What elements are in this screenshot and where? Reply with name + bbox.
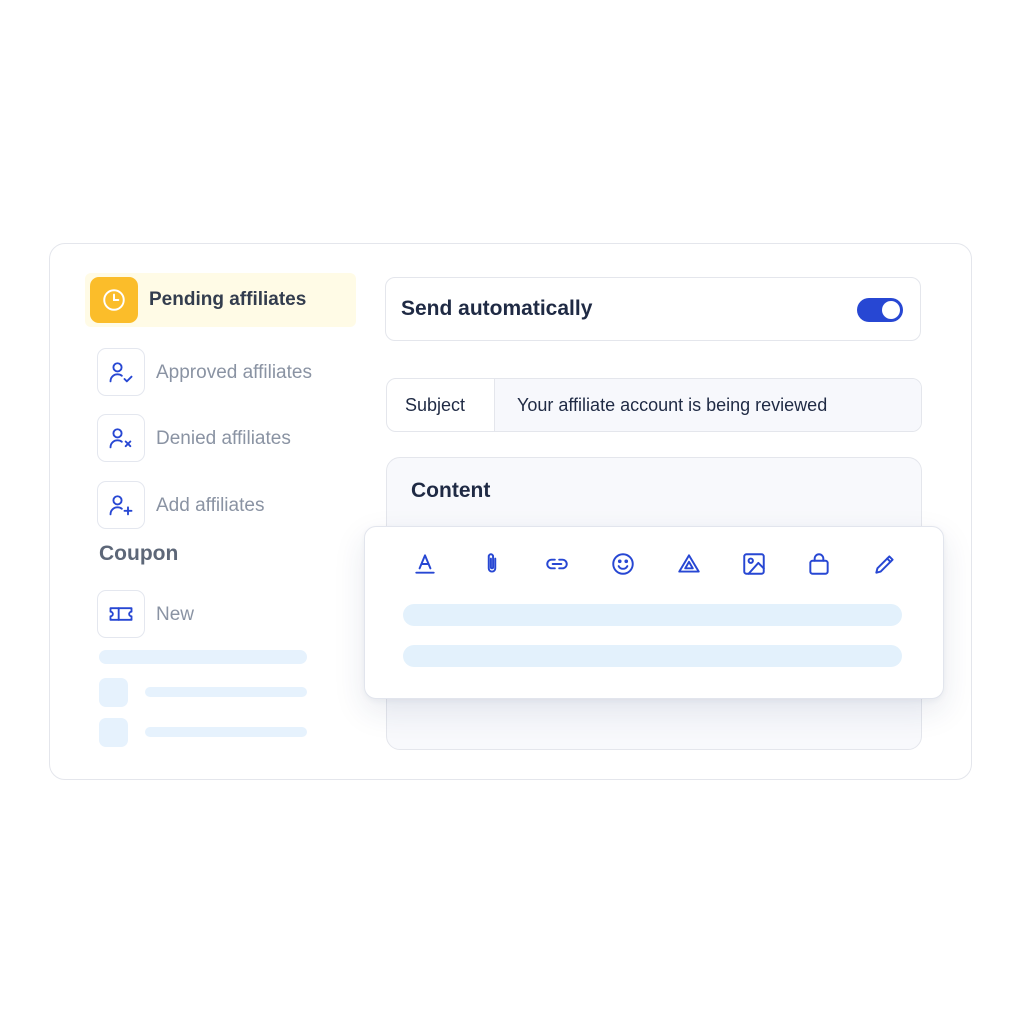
sidebar-item-label: Add affiliates — [156, 495, 265, 516]
send-automatically-label: Send automatically — [401, 297, 593, 320]
sidebar-item-label: New — [156, 604, 195, 625]
sidebar-item-new-coupon[interactable]: New — [97, 590, 357, 638]
skeleton-line — [145, 687, 307, 697]
bag-icon[interactable] — [806, 551, 832, 577]
link-icon[interactable] — [544, 551, 570, 577]
skeleton-line — [145, 727, 307, 737]
editor-text-placeholder — [403, 645, 902, 667]
attachment-icon[interactable] — [479, 551, 505, 577]
skeleton-icon — [99, 718, 128, 747]
send-automatically-row: Send automatically — [385, 277, 921, 341]
ticket-icon — [97, 590, 145, 638]
user-check-icon — [97, 348, 145, 396]
sidebar-item-label: Denied affiliates — [156, 428, 291, 449]
clock-icon — [90, 277, 138, 323]
sidebar-item-denied-affiliates[interactable]: Denied affiliates — [97, 414, 357, 462]
send-automatically-toggle[interactable] — [857, 298, 903, 322]
sidebar-item-add-affiliates[interactable]: Add affiliates — [97, 481, 357, 529]
subject-row: Subject Your affiliate account is being … — [386, 378, 922, 432]
sidebar-item-label: Pending affiliates — [149, 289, 307, 310]
sidebar-item-label: Approved affiliates — [156, 362, 312, 383]
skeleton-icon — [99, 678, 128, 707]
skeleton-line — [99, 650, 307, 664]
drive-icon[interactable] — [676, 551, 702, 577]
content-label: Content — [411, 479, 491, 502]
toggle-knob — [882, 301, 900, 319]
user-plus-icon — [97, 481, 145, 529]
subject-label: Subject — [387, 379, 495, 431]
content-editor[interactable] — [364, 526, 944, 699]
sidebar-item-approved-affiliates[interactable]: Approved affiliates — [97, 348, 357, 396]
image-icon[interactable] — [741, 551, 767, 577]
pencil-icon[interactable] — [872, 551, 898, 577]
user-x-icon — [97, 414, 145, 462]
editor-text-placeholder — [403, 604, 902, 626]
subject-input[interactable]: Your affiliate account is being reviewed — [495, 379, 921, 431]
section-title-coupon: Coupon — [99, 542, 179, 565]
emoji-icon[interactable] — [610, 551, 636, 577]
text-format-icon[interactable] — [412, 551, 438, 577]
